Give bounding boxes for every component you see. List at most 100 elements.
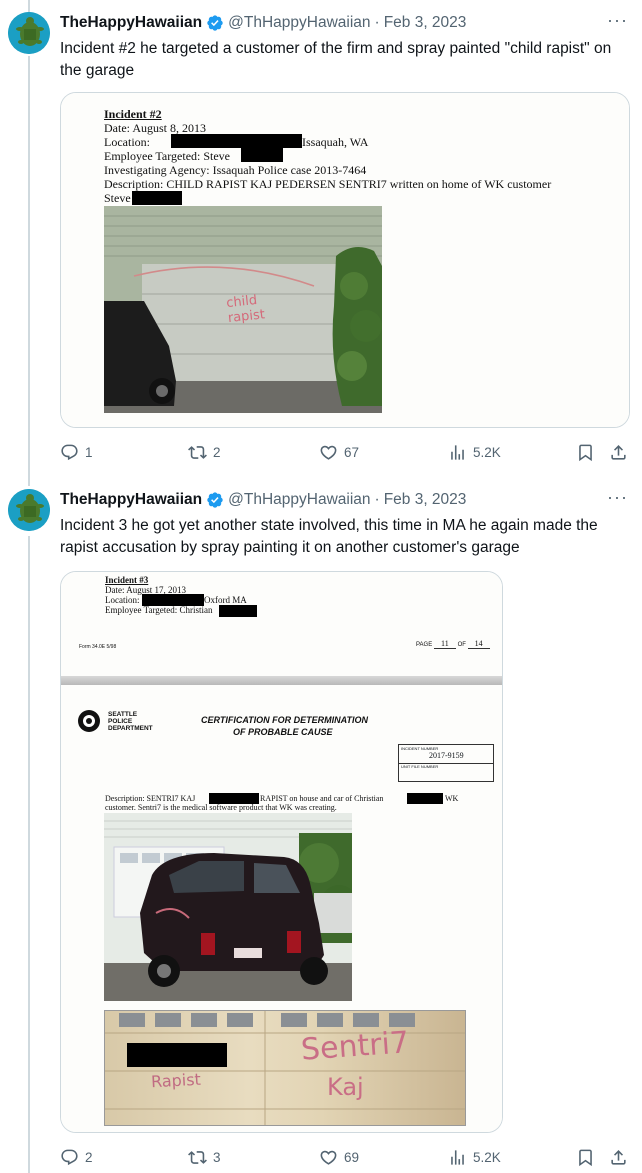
share-icon [611,445,626,460]
doc-line: Location: [104,135,150,149]
page-label: PAGE [416,642,433,648]
like-count: 69 [344,1150,360,1165]
tweet-image[interactable]: Incident #3 Date: August 17, 2013 Locati… [60,571,503,1133]
doc-line: Description: CHILD RAPIST KAJ PEDERSEN S… [104,177,552,191]
doc-title: Incident #2 [104,107,162,121]
tweet-header: TheHappyHawaiian @ThHappyHawaiian · Feb … [60,12,466,34]
like-count: 67 [344,445,360,460]
document-scan: Incident #3 Date: August 17, 2013 Locati… [61,572,502,1132]
share-button[interactable] [609,1148,632,1167]
like-button[interactable]: 67 [319,443,359,462]
views-icon [451,445,464,460]
share-button[interactable] [609,443,632,462]
dept-line: POLICE [108,718,133,725]
doc-line: Oxford MA [204,595,247,605]
separator-dot: · [374,14,380,31]
tweet[interactable]: TheHappyHawaiian @ThHappyHawaiian · Feb … [0,487,642,1173]
tweet-header: TheHappyHawaiian @ThHappyHawaiian · Feb … [60,489,466,511]
author-handle[interactable]: @ThHappyHawaiian [228,491,370,509]
doc-line: Location: [105,595,140,605]
reply-count: 1 [85,445,93,460]
reply-button[interactable]: 1 [60,443,93,462]
retweet-count: 3 [213,1150,221,1165]
graffiti-left: Rapist [150,1069,202,1092]
incident-box: INCIDENT NUMBER 2017-9159 UNIT FILE NUMB… [398,744,494,782]
desc-line: Description: SENTRI7 KAJ [105,794,196,803]
page-indicator: PAGE 11 OF 14 [416,639,490,649]
cert-title: OF PROBABLE CAUSE [233,727,333,737]
share-icon [611,1150,626,1165]
unit-label: UNIT FILE NUMBER [401,764,439,769]
verified-icon [207,15,223,31]
doc-line: Issaquah, WA [302,135,369,149]
graffiti-photo: Rapist Sentri7 Kaj [104,1010,466,1126]
redaction [241,148,283,162]
dept-name: SEATTLE POLICE DEPARTMENT [108,711,153,732]
doc-line: Investigating Agency: Issaquah Police ca… [104,163,367,177]
reply-icon [61,444,78,461]
tweet-image[interactable]: Incident #2 Date: August 8, 2013 Locatio… [60,92,630,428]
avatar[interactable] [8,489,50,531]
document-scan: Incident #2 Date: August 8, 2013 Locatio… [61,93,629,427]
tweet-date[interactable]: Feb 3, 2023 [384,14,467,32]
separator-dot: · [374,491,380,508]
page-break [61,676,502,685]
redaction [219,605,257,617]
author-name[interactable]: TheHappyHawaiian [60,491,202,509]
form-number: Form 34.0E 5/98 [79,644,117,650]
retweet-icon [188,446,207,459]
bookmark-button[interactable] [576,1148,599,1167]
page-total: 14 [467,639,490,649]
views-button[interactable]: 5.2K [448,1148,501,1167]
tweet[interactable]: TheHappyHawaiian @ThHappyHawaiian · Feb … [0,0,642,476]
retweet-icon [188,1151,207,1164]
doc-line: Employee Targeted: Steve [104,149,231,163]
tweet-date[interactable]: Feb 3, 2023 [384,491,467,509]
more-icon[interactable]: ··· [607,10,628,31]
views-count: 5.2K [473,445,501,460]
author-handle[interactable]: @ThHappyHawaiian [228,14,370,32]
doc-line: Employee Targeted: Christian [105,605,213,615]
views-icon [451,1150,464,1165]
police-badge-icon [78,710,100,732]
redaction [171,134,302,148]
more-icon[interactable]: ··· [607,487,628,508]
views-button[interactable]: 5.2K [448,443,501,462]
avatar[interactable] [8,12,50,54]
dept-line: SEATTLE [108,711,138,718]
reply-button[interactable]: 2 [60,1148,93,1167]
desc-line: customer. Sentri7 is the medical softwar… [105,803,337,812]
doc-title: Incident #3 [105,575,149,585]
reply-count: 2 [85,1150,93,1165]
views-count: 5.2K [473,1150,501,1165]
graffiti-text: child rapist [225,292,266,327]
desc-line: WK [445,794,459,803]
like-icon [320,445,337,460]
redaction [127,1043,227,1067]
redaction [132,191,182,205]
car-photo [104,813,352,1001]
author-name[interactable]: TheHappyHawaiian [60,14,202,32]
like-button[interactable]: 69 [319,1148,359,1167]
bookmark-icon [579,1149,592,1167]
dept-line: DEPARTMENT [108,725,153,732]
retweet-count: 2 [213,445,221,460]
page-of: OF [457,642,466,648]
like-icon [320,1150,337,1165]
tweet-text: Incident 3 he got yet another state invo… [60,517,598,556]
desc-line: RAPIST on house and car of Christian [260,794,384,803]
incident-number: 2017-9159 [429,751,464,760]
redaction [407,793,443,804]
verified-icon [207,492,223,508]
graffiti-right-2: Kaj [327,1073,364,1101]
tweet-text: Incident #2 he targeted a customer of th… [60,40,612,79]
retweet-button[interactable]: 3 [188,1148,221,1167]
bookmark-button[interactable] [576,443,599,462]
page-number: 11 [433,639,456,649]
cert-title: CERTIFICATION FOR DETERMINATION [201,715,368,725]
bookmark-icon [579,444,592,462]
tweet-actions: 2 3 69 5.2K [60,1148,634,1172]
reply-icon [61,1149,78,1166]
doc-line: Steve [104,191,131,205]
retweet-button[interactable]: 2 [188,443,221,462]
